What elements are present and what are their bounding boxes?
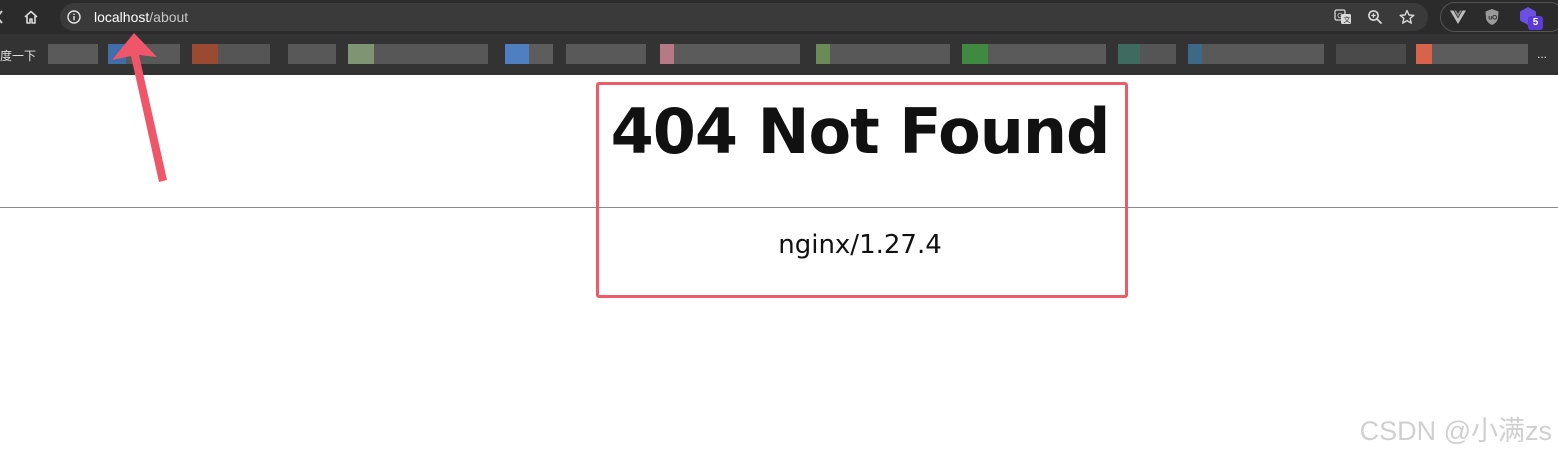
vue-devtools-icon[interactable]: [1446, 6, 1470, 28]
bookmark-item-blurred[interactable]: [1416, 44, 1528, 64]
home-icon[interactable]: [18, 6, 44, 28]
translate-icon[interactable]: G 文: [1331, 6, 1355, 28]
bookmark-item-blurred[interactable]: [660, 44, 800, 64]
star-icon[interactable]: [1395, 6, 1419, 28]
bookmark-item-blurred[interactable]: [108, 44, 180, 64]
screenshot-root: localhost/about G 文 uO 5 度一下 ... 404 Not…: [0, 0, 1558, 456]
tab-manager-icon[interactable]: 5: [1518, 6, 1544, 30]
tab-count-badge: 5: [1528, 16, 1543, 30]
bookmark-item-blurred[interactable]: [505, 44, 553, 64]
url-host: localhost: [94, 9, 150, 25]
bookmark-item-blurred[interactable]: [48, 44, 98, 64]
bookmark-item-blurred[interactable]: [348, 44, 488, 64]
watermark: CSDN @小满zs: [1359, 416, 1552, 446]
browser-toolbar: localhost/about G 文 uO 5: [0, 0, 1558, 34]
zoom-icon[interactable]: [1363, 6, 1387, 28]
svg-text:文: 文: [1344, 15, 1351, 24]
bookmark-item-blurred[interactable]: [288, 44, 336, 64]
bookmark-item-blurred[interactable]: [192, 44, 270, 64]
svg-text:uO: uO: [1488, 15, 1497, 22]
url-path: /about: [149, 9, 189, 25]
bookmark-item-label[interactable]: 度一下: [0, 47, 36, 64]
back-icon[interactable]: [0, 9, 6, 25]
bookmark-item-blurred[interactable]: [816, 44, 950, 64]
server-signature: nginx/1.27.4: [778, 230, 942, 260]
address-bar[interactable]: localhost/about: [60, 3, 1428, 31]
info-icon[interactable]: [66, 9, 82, 25]
bookmark-item-blurred[interactable]: [962, 44, 1106, 64]
bookmark-item-blurred[interactable]: [1336, 44, 1406, 64]
address-url[interactable]: localhost/about: [94, 9, 188, 25]
bookmarks-overflow[interactable]: ...: [1537, 47, 1547, 61]
divider: [0, 207, 1558, 208]
ublock-icon[interactable]: uO: [1480, 6, 1504, 28]
page-title: 404 Not Found: [610, 95, 1111, 168]
bookmark-item-blurred[interactable]: [566, 44, 646, 64]
svg-text:G: G: [1337, 13, 1342, 20]
bookmark-item-blurred[interactable]: [1118, 44, 1176, 64]
bookmark-item-blurred[interactable]: [1188, 44, 1324, 64]
